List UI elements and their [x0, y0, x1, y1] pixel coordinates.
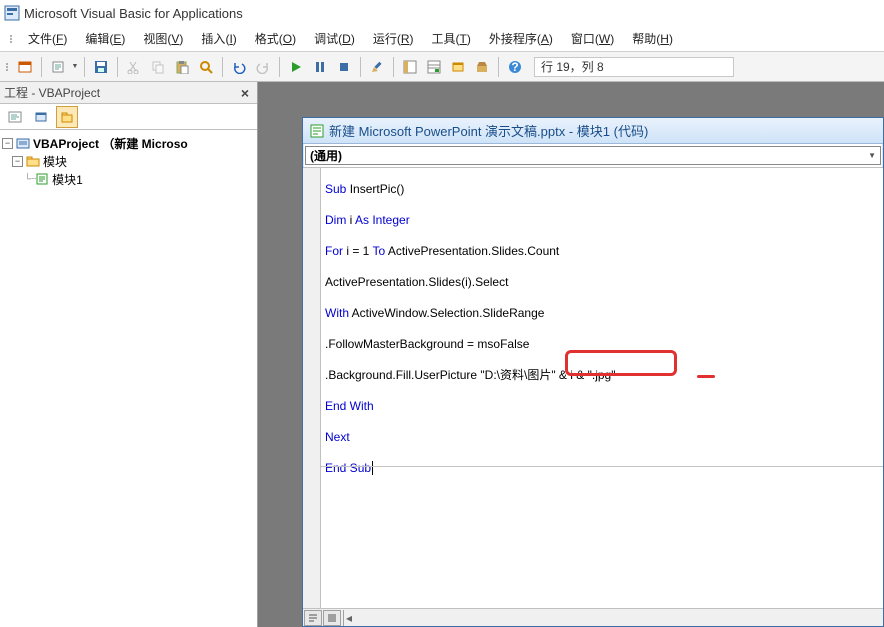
- toolbar-grip[interactable]: [8, 35, 14, 43]
- paste-icon[interactable]: [171, 56, 193, 78]
- toolbar-grip[interactable]: [4, 63, 10, 71]
- project-tree[interactable]: − VBAProject （新建 Microso − 模块 └┈ 模块1: [0, 130, 257, 627]
- code-window-title: 新建 Microsoft PowerPoint 演示文稿.pptx - 模块1 …: [329, 121, 648, 140]
- app-icon: [4, 5, 20, 21]
- undo-icon[interactable]: [228, 56, 250, 78]
- separator: [279, 57, 280, 77]
- separator: [498, 57, 499, 77]
- separator: [84, 57, 85, 77]
- break-icon[interactable]: [309, 56, 331, 78]
- help-icon[interactable]: ?: [504, 56, 526, 78]
- menu-run[interactable]: 运行(R): [367, 28, 420, 49]
- menu-help[interactable]: 帮助(H): [626, 28, 679, 49]
- cursor-position: 行 19，列 8: [534, 57, 734, 77]
- collapse-icon[interactable]: −: [2, 138, 13, 149]
- object-combo[interactable]: (通用) ▼: [305, 146, 881, 165]
- insert-module-icon[interactable]: [47, 56, 69, 78]
- menu-format[interactable]: 格式(O): [249, 28, 302, 49]
- redo-icon[interactable]: [252, 56, 274, 78]
- main-area: 工程 - VBAProject × − VBAProject （新建 Micro…: [0, 82, 884, 627]
- view-object-icon[interactable]: [30, 106, 52, 128]
- separator: [393, 57, 394, 77]
- full-module-view-icon[interactable]: [323, 610, 341, 626]
- tree-root-label: VBAProject （新建 Microso: [33, 135, 188, 152]
- tree-line: └┈: [24, 174, 35, 185]
- object-browser-icon[interactable]: [447, 56, 469, 78]
- project-panel-toolbar: [0, 104, 257, 130]
- menu-view[interactable]: 视图(V): [137, 28, 189, 49]
- design-mode-icon[interactable]: [366, 56, 388, 78]
- menu-tools[interactable]: 工具(T): [426, 28, 477, 49]
- collapse-icon[interactable]: −: [12, 156, 23, 167]
- view-code-icon[interactable]: [4, 106, 26, 128]
- folder-icon: [26, 154, 40, 168]
- menu-debug[interactable]: 调试(D): [308, 28, 361, 49]
- module-icon: [309, 123, 325, 139]
- save-icon[interactable]: [90, 56, 112, 78]
- annotation-box: [565, 350, 677, 376]
- project-panel-title: 工程 - VBAProject: [4, 84, 100, 101]
- tree-module-item[interactable]: └┈ 模块1: [2, 170, 255, 188]
- menu-insert[interactable]: 插入(I): [195, 28, 242, 49]
- object-combo-value: (通用): [310, 147, 342, 164]
- project-explorer-icon[interactable]: [399, 56, 421, 78]
- tree-root[interactable]: − VBAProject （新建 Microso: [2, 134, 255, 152]
- menu-addins[interactable]: 外接程序(A): [483, 28, 559, 49]
- menubar: 文件(F) 编辑(E) 视图(V) 插入(I) 格式(O) 调试(D) 运行(R…: [0, 26, 884, 52]
- project-explorer-panel: 工程 - VBAProject × − VBAProject （新建 Micro…: [0, 82, 258, 627]
- code-editor[interactable]: Sub InsertPic() Dim i As Integer For i =…: [303, 168, 883, 608]
- find-icon[interactable]: [195, 56, 217, 78]
- mdi-area: 新建 Microsoft PowerPoint 演示文稿.pptx - 模块1 …: [258, 82, 884, 627]
- annotation-underline: [697, 375, 715, 378]
- tree-folder-label: 模块: [43, 153, 67, 170]
- dropdown-arrow-icon[interactable]: ▼: [71, 63, 79, 70]
- text-cursor: [372, 461, 373, 475]
- tree-folder-modules[interactable]: − 模块: [2, 152, 255, 170]
- separator: [41, 57, 42, 77]
- copy-icon[interactable]: [147, 56, 169, 78]
- svg-text:?: ?: [511, 60, 518, 74]
- module-icon: [35, 172, 49, 186]
- code-text[interactable]: Sub InsertPic() Dim i As Integer For i =…: [325, 174, 883, 484]
- properties-icon[interactable]: [423, 56, 445, 78]
- code-separator: [321, 466, 883, 467]
- cut-icon[interactable]: [123, 56, 145, 78]
- separator: [360, 57, 361, 77]
- separator: [222, 57, 223, 77]
- project-panel-titlebar: 工程 - VBAProject ×: [0, 82, 257, 104]
- close-icon[interactable]: ×: [237, 85, 253, 101]
- toolbox-icon[interactable]: [471, 56, 493, 78]
- menu-file[interactable]: 文件(F): [22, 28, 73, 49]
- app-titlebar: Microsoft Visual Basic for Applications: [0, 0, 884, 26]
- toolbar: ▼ ? 行 19，列 8: [0, 52, 884, 82]
- code-margin: [303, 168, 321, 608]
- toggle-folders-icon[interactable]: [56, 106, 78, 128]
- project-icon: [16, 136, 30, 150]
- run-icon[interactable]: [285, 56, 307, 78]
- code-window-titlebar[interactable]: 新建 Microsoft PowerPoint 演示文稿.pptx - 模块1 …: [303, 118, 883, 144]
- tree-module-label: 模块1: [52, 171, 83, 188]
- app-title: Microsoft Visual Basic for Applications: [24, 6, 243, 21]
- reset-icon[interactable]: [333, 56, 355, 78]
- code-window: 新建 Microsoft PowerPoint 演示文稿.pptx - 模块1 …: [302, 117, 884, 627]
- procedure-view-icon[interactable]: [304, 610, 322, 626]
- code-view-switcher: ◂: [303, 608, 883, 626]
- view-ppt-icon[interactable]: [14, 56, 36, 78]
- menu-window[interactable]: 窗口(W): [565, 28, 620, 49]
- chevron-down-icon: ▼: [868, 151, 876, 160]
- menu-edit[interactable]: 编辑(E): [79, 28, 131, 49]
- code-combo-row: (通用) ▼: [303, 144, 883, 168]
- separator: [117, 57, 118, 77]
